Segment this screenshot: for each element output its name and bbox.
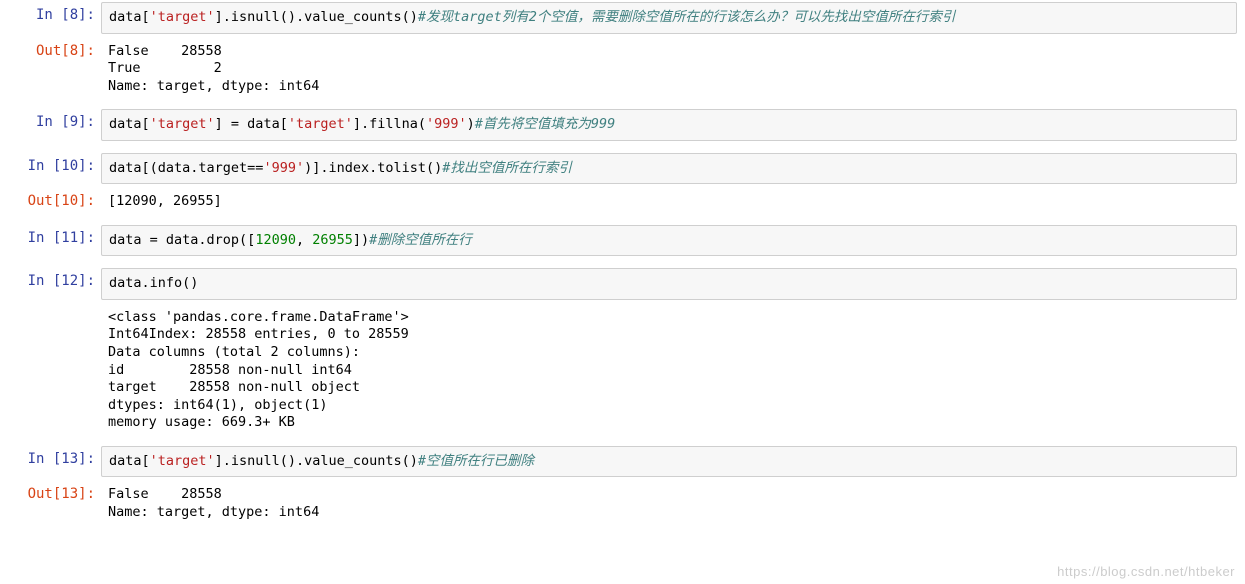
input-area-11[interactable]: data = data.drop([12090, 26955])#删除空值所在行 bbox=[101, 225, 1237, 257]
output-area-10: [12090, 26955] bbox=[101, 188, 1237, 213]
code-11: data = data.drop([12090, 26955])#删除空值所在行 bbox=[109, 232, 1229, 250]
output-text-12: <class 'pandas.core.frame.DataFrame'> In… bbox=[108, 309, 1230, 432]
cell-out-10: Out[10]: [12090, 26955] bbox=[0, 186, 1245, 215]
code-12: data.info() bbox=[109, 275, 1229, 293]
cell-in-11: In [11]: data = data.drop([12090, 26955]… bbox=[0, 223, 1245, 259]
input-area-10[interactable]: data[(data.target=='999')].index.tolist(… bbox=[101, 153, 1237, 185]
code-9: data['target'] = data['target'].fillna('… bbox=[109, 116, 1229, 134]
input-area-9[interactable]: data['target'] = data['target'].fillna('… bbox=[101, 109, 1237, 141]
cell-out-8: Out[8]: False 28558 True 2 Name: target,… bbox=[0, 36, 1245, 100]
prompt-in-11: In [11]: bbox=[0, 225, 101, 257]
prompt-in-12: In [12]: bbox=[0, 268, 101, 300]
cell-out-12: <class 'pandas.core.frame.DataFrame'> In… bbox=[0, 302, 1245, 436]
input-area-12[interactable]: data.info() bbox=[101, 268, 1237, 300]
prompt-out-8: Out[8]: bbox=[0, 38, 101, 98]
prompt-out-10: Out[10]: bbox=[0, 188, 101, 213]
input-area-8[interactable]: data['target'].isnull().value_counts()#发… bbox=[101, 2, 1237, 34]
output-area-12: <class 'pandas.core.frame.DataFrame'> In… bbox=[101, 304, 1237, 434]
cell-in-13: In [13]: data['target'].isnull().value_c… bbox=[0, 444, 1245, 480]
input-area-13[interactable]: data['target'].isnull().value_counts()#空… bbox=[101, 446, 1237, 478]
watermark-text: https://blog.csdn.net/htbeker bbox=[1057, 564, 1235, 579]
output-area-13: False 28558 Name: target, dtype: int64 bbox=[101, 481, 1237, 523]
code-8: data['target'].isnull().value_counts()#发… bbox=[109, 9, 1229, 27]
prompt-out-12-empty bbox=[0, 304, 101, 434]
prompt-in-8: In [8]: bbox=[0, 2, 101, 34]
code-10: data[(data.target=='999')].index.tolist(… bbox=[109, 160, 1229, 178]
prompt-in-9: In [9]: bbox=[0, 109, 101, 141]
cell-in-10: In [10]: data[(data.target=='999')].inde… bbox=[0, 151, 1245, 187]
cell-in-9: In [9]: data['target'] = data['target'].… bbox=[0, 107, 1245, 143]
prompt-in-13: In [13]: bbox=[0, 446, 101, 478]
prompt-out-13: Out[13]: bbox=[0, 481, 101, 523]
output-text-13: False 28558 Name: target, dtype: int64 bbox=[108, 486, 1230, 521]
code-13: data['target'].isnull().value_counts()#空… bbox=[109, 453, 1229, 471]
output-text-8: False 28558 True 2 Name: target, dtype: … bbox=[108, 43, 1230, 96]
cell-in-12: In [12]: data.info() bbox=[0, 266, 1245, 302]
cell-out-13: Out[13]: False 28558 Name: target, dtype… bbox=[0, 479, 1245, 525]
prompt-in-10: In [10]: bbox=[0, 153, 101, 185]
output-area-8: False 28558 True 2 Name: target, dtype: … bbox=[101, 38, 1237, 98]
output-text-10: [12090, 26955] bbox=[108, 193, 1230, 211]
cell-in-8: In [8]: data['target'].isnull().value_co… bbox=[0, 0, 1245, 36]
